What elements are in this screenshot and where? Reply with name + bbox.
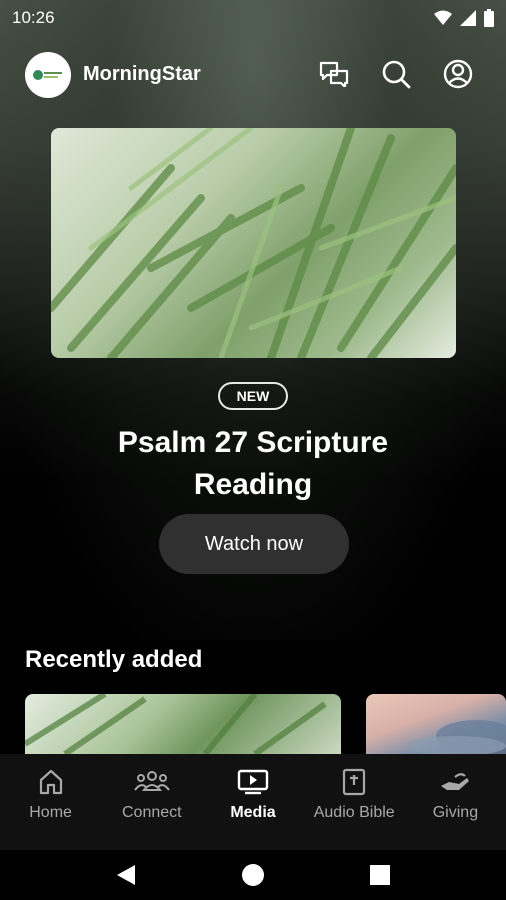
chat-button[interactable] [318, 58, 350, 90]
status-time: 10:26 [12, 8, 55, 27]
status-bar: 10:26 [0, 0, 506, 36]
home-circle-icon [242, 864, 264, 886]
watch-now-button[interactable]: Watch now [159, 514, 349, 574]
bible-icon [343, 768, 366, 796]
tab-giving[interactable]: Giving [405, 754, 506, 850]
bottom-tab-bar: Home Connect Media Audio Bible Giving [0, 754, 506, 850]
hero-title: Psalm 27 Scripture Reading [117, 426, 389, 501]
logo-mark-icon [33, 70, 62, 80]
chat-icon [319, 61, 349, 87]
tab-label: Giving [432, 804, 479, 821]
signal-icon [460, 10, 476, 31]
system-nav-bar [0, 850, 506, 900]
search-icon [382, 60, 411, 89]
account-icon [443, 59, 473, 89]
profile-button[interactable] [442, 58, 474, 90]
tab-label: Home [29, 804, 72, 821]
search-button[interactable] [380, 58, 412, 90]
tab-label: Audio Bible [313, 804, 395, 821]
sky-thumbnail [406, 720, 506, 754]
back-triangle-icon [117, 865, 135, 885]
wifi-icon [434, 10, 452, 31]
tab-media[interactable]: Media [202, 754, 303, 850]
hero-image[interactable] [51, 128, 456, 358]
home-nav-button[interactable] [240, 862, 266, 888]
new-badge: NEW [218, 382, 288, 410]
tab-label: Connect [122, 804, 182, 821]
media-card[interactable] [366, 694, 506, 754]
people-icon [133, 771, 170, 791]
palm-leaves-image [51, 128, 456, 358]
app-name: MorningStar [83, 63, 201, 85]
section-title-recently-added: Recently added [25, 646, 203, 673]
home-icon [39, 769, 62, 795]
media-icon [237, 769, 269, 795]
recents-square-icon [370, 865, 390, 885]
back-button[interactable] [113, 862, 139, 888]
tab-label: Media [230, 804, 276, 821]
app-logo[interactable] [25, 52, 71, 98]
giving-icon [441, 773, 470, 790]
tab-audio-bible[interactable]: Audio Bible [304, 754, 405, 850]
recents-button[interactable] [367, 862, 393, 888]
tab-connect[interactable]: Connect [101, 754, 202, 850]
app-header: MorningStar [0, 50, 506, 100]
palm-leaves-thumbnail [25, 694, 327, 754]
battery-icon [484, 9, 494, 32]
tab-home[interactable]: Home [0, 754, 101, 850]
media-card[interactable] [25, 694, 341, 754]
